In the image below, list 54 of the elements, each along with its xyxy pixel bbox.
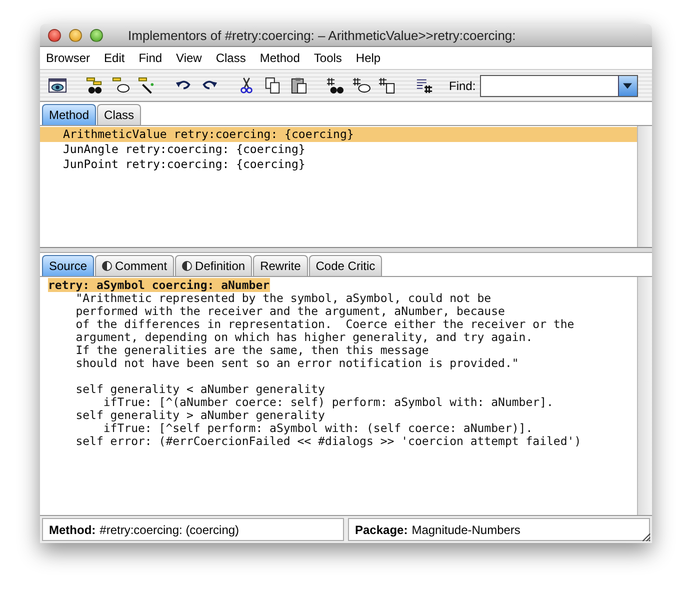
clipboard-icon[interactable] [289, 77, 308, 94]
code-line: self error: (#errCoercionFailed << #dialogs >> 'coercion attempt failed') [74, 435, 582, 448]
code-line: self generality > aNumber generality [74, 409, 326, 422]
tab[interactable]: Source [42, 255, 94, 276]
eye-window-icon[interactable] [48, 77, 67, 94]
menu-item[interactable]: Browser [40, 51, 98, 65]
copy-icon[interactable] [263, 77, 282, 94]
menu-item[interactable]: Tools [306, 51, 349, 65]
tab[interactable]: Rewrite [253, 255, 308, 276]
menu-item[interactable]: Edit [97, 51, 132, 65]
minimize-button[interactable] [69, 28, 82, 42]
tab[interactable]: Code Critic [308, 255, 382, 276]
hash-binoculars-icon[interactable] [326, 77, 345, 94]
binoculars-icon[interactable] [85, 77, 104, 94]
magic-wand-icon[interactable] [137, 77, 156, 94]
code-line: should not have been sent so an error notification is provided." [74, 357, 520, 370]
find-combo-box[interactable] [480, 74, 638, 96]
method-signature: retry: aSymbol coercing: aNumber [48, 278, 270, 292]
code-line: If the generalities are the same, then this message [74, 344, 430, 357]
menu-item[interactable]: Help [348, 51, 388, 65]
lines-hash-icon[interactable] [415, 77, 434, 94]
close-button[interactable] [48, 28, 61, 42]
code-line: "Arithmetic represented by the symbol, aSymbol, could not be [76, 292, 492, 305]
scrollbar[interactable] [637, 277, 652, 515]
scrollbar[interactable] [637, 126, 652, 247]
menu-item[interactable]: Class [208, 51, 253, 65]
code-line: ifTrue: [^(aNumber coerce: self) perform: aSymbol with: aNumber]. [102, 396, 554, 409]
half-circle-icon [182, 261, 192, 271]
menu-item[interactable]: View [169, 51, 209, 65]
speech-bubble-icon[interactable] [111, 77, 130, 94]
find-label: Find: [449, 78, 476, 92]
code-line: self generality < aNumber generality [74, 381, 326, 396]
dropdown-arrow-icon [623, 82, 632, 88]
menu-item[interactable]: Find [132, 51, 170, 65]
code-line: ifTrue: [^self perform: aSymbol with: (self coerce: aNumber)]. [102, 422, 534, 435]
method-list-item[interactable]: ArithmeticValue retry:coercing: {coercing} [40, 127, 637, 142]
window-title: Implementors of #retry:coercing: – ArithmeticValue>>retry:coercing: [128, 28, 516, 42]
code-line: argument, depending on which has higher generality, and try again. [74, 331, 534, 344]
method-list-item[interactable]: JunPoint retry:coercing: {coercing} [40, 157, 637, 172]
hash-document-icon[interactable] [378, 77, 397, 94]
status-field: Package: Magnitude-Numbers [348, 518, 650, 541]
tab[interactable]: Comment [95, 255, 174, 276]
resize-grip-icon[interactable] [640, 531, 651, 542]
zoom-button[interactable] [90, 28, 103, 42]
menu-item[interactable]: Method [252, 51, 307, 65]
code-line: performed with the receiver and the argument, aNumber, because [74, 305, 506, 318]
hash-speech-bubble-icon[interactable] [352, 77, 371, 94]
status-field: Method: #retry:coercing: (coercing) [42, 518, 344, 541]
tab[interactable]: Definition [175, 255, 252, 276]
tab[interactable]: Class [97, 104, 142, 125]
tab[interactable]: Method [42, 104, 96, 125]
code-line: of the differences in representation. Coerce either the receiver or the [74, 318, 576, 331]
method-list-item[interactable]: JunAngle retry:coercing: {coercing} [40, 142, 637, 157]
half-circle-icon [102, 261, 112, 271]
